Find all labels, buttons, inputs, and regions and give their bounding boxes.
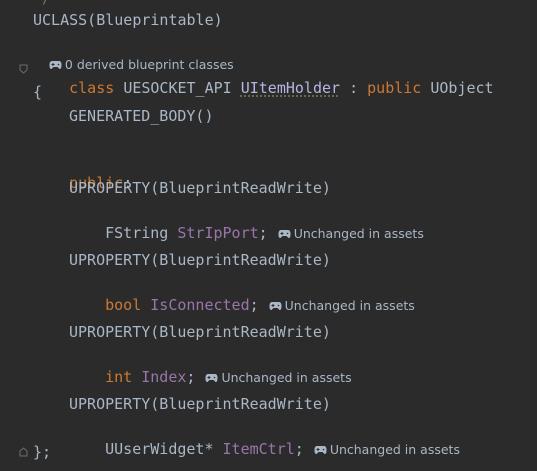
class-declaration-line[interactable]: class UESOCKET_API UItemHolder : public … <box>33 58 493 97</box>
property-type: UUserWidget* <box>105 440 214 458</box>
asset-usage-hint-text: Unchanged in assets <box>221 370 352 385</box>
public-inheritance-keyword: public <box>367 79 422 97</box>
property-semicolon: ; <box>249 296 259 314</box>
asset-usage-hint[interactable]: Unchanged in assets <box>278 226 424 241</box>
uclass-line[interactable]: UCLASS(Blueprintable) <box>33 10 223 30</box>
asset-usage-hint-text: Unchanged in assets <box>329 442 460 457</box>
property-name[interactable]: IsConnected <box>150 296 249 314</box>
property-name[interactable]: ItemCtrl <box>223 440 295 458</box>
base-class-name[interactable]: UObject <box>430 79 493 97</box>
asset-usage-hint[interactable]: Unchanged in assets <box>269 298 415 313</box>
inheritance-colon: : <box>340 79 368 97</box>
derived-classes-hint[interactable]: 0 derived blueprint classes <box>33 35 234 72</box>
property-type: bool <box>105 296 142 314</box>
asset-usage-hint-text: Unchanged in assets <box>284 298 415 313</box>
gamepad-icon <box>314 446 327 455</box>
property-type: int <box>105 368 133 386</box>
gamepad-icon <box>269 302 282 311</box>
fold-end-marker-icon[interactable] <box>19 447 28 457</box>
asset-usage-hint[interactable]: Unchanged in assets <box>314 442 460 457</box>
property-semicolon: ; <box>294 440 304 458</box>
uproperty-line[interactable]: UPROPERTY(BlueprintReadWrite) <box>69 322 331 342</box>
property-declaration-line[interactable]: int Index; Unchanged in assets <box>69 347 351 386</box>
class-keyword: class <box>69 79 115 97</box>
property-declaration-line[interactable]: UUserWidget* ItemCtrl; Unchanged in asset… <box>69 419 460 458</box>
public-access-line[interactable]: public: <box>33 153 132 192</box>
generated-body-line[interactable]: GENERATED_BODY() <box>69 106 214 126</box>
property-type: FString <box>105 224 169 242</box>
uproperty-line[interactable]: UPROPERTY(BlueprintReadWrite) <box>69 394 331 414</box>
api-macro: UESOCKET_API <box>123 79 232 97</box>
asset-usage-hint-text: Unchanged in assets <box>293 226 424 241</box>
class-name[interactable]: UItemHolder <box>241 79 340 97</box>
uproperty-line[interactable]: UPROPERTY(BlueprintReadWrite) <box>69 178 331 198</box>
comment-end-line: */ <box>33 0 51 8</box>
property-declaration-line[interactable]: FString StrIpPort; Unchanged in assets <box>69 203 424 242</box>
code-editor[interactable]: */ UCLASS(Blueprintable) 0 derived bluep… <box>0 0 537 471</box>
close-brace-line[interactable]: }; <box>33 442 51 462</box>
property-name[interactable]: StrIpPort <box>177 224 258 242</box>
property-name[interactable]: Index <box>141 368 186 386</box>
asset-usage-hint[interactable]: Unchanged in assets <box>205 370 352 385</box>
fold-marker-icon[interactable] <box>19 64 28 74</box>
property-semicolon: ; <box>186 368 196 386</box>
gamepad-icon <box>205 374 218 383</box>
open-brace-line[interactable]: { <box>33 82 42 102</box>
property-declaration-line[interactable]: bool IsConnected; Unchanged in assets <box>69 275 415 314</box>
gamepad-icon <box>278 230 291 239</box>
property-semicolon: ; <box>258 224 268 242</box>
uproperty-line[interactable]: UPROPERTY(BlueprintReadWrite) <box>69 250 331 270</box>
